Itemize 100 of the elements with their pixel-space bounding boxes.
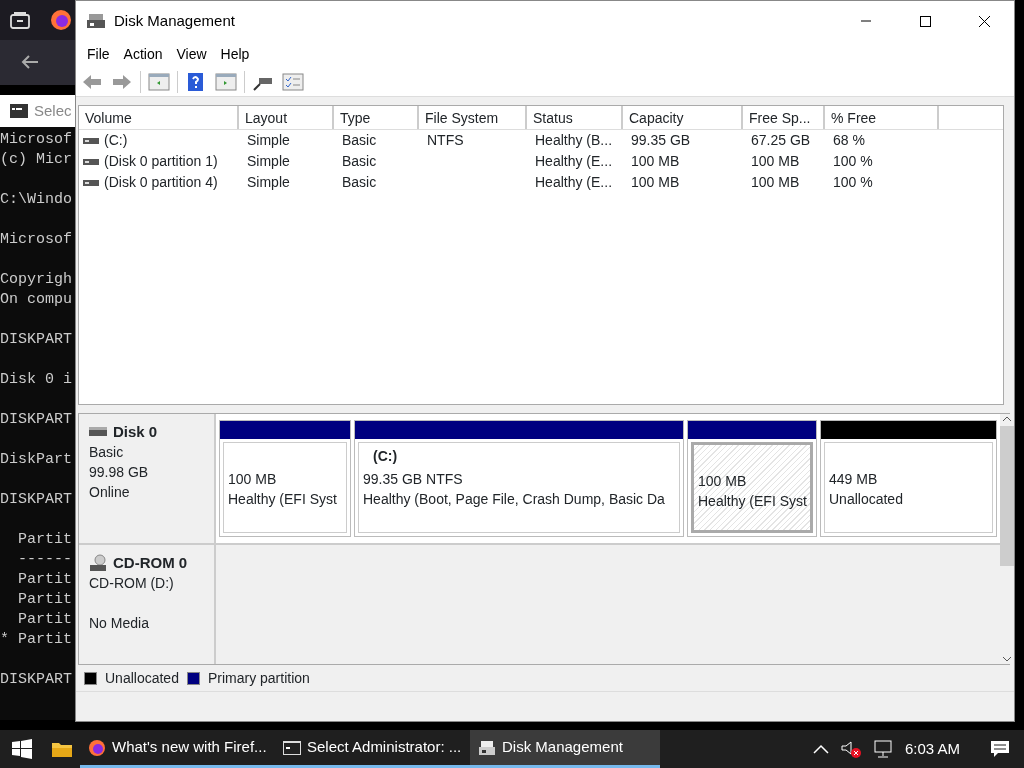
disk-drive-icon [478,738,496,757]
terminal-line: (c) Micr [0,150,73,170]
menu-item[interactable]: File [80,43,117,65]
table-cell-text: Simple [247,173,290,192]
table-cell-text: NTFS [427,131,464,150]
terminal-line: Partit [17,610,73,630]
console-icon [10,104,28,118]
terminal-line: Microsof [0,130,73,150]
chevron-up-icon[interactable] [812,744,829,754]
partition-block[interactable]: (C:) 99.35 GB NTFS Healthy (Boot, Page File, Crash Dump, Basic Da [358,442,680,533]
notification-icon[interactable] [990,740,1010,758]
terminal-line: Microsof [0,230,73,250]
column-header[interactable]: Type [334,106,419,129]
column-header[interactable]: Capacity [623,106,743,129]
terminal-line: DISKPART [0,410,73,430]
terminal-line: Copyrigh [0,270,73,290]
table-cell-text: Healthy (E... [535,173,613,192]
taskbar-button[interactable]: Disk Management [470,730,660,768]
window-title: Selec [34,100,72,121]
partition-status: Unallocated [829,490,904,509]
maximize-icon [919,14,932,28]
table-cell-text: Basic [342,173,377,192]
table-cell-text: Simple [247,152,290,171]
table-cell-text: 100 MB [631,152,680,171]
terminal-line: Partit [17,570,73,590]
tab-overview-icon[interactable] [9,10,31,30]
table-cell-text: (Disk 0 partition 1) [104,152,218,171]
clock[interactable]: 6:03 AM [904,737,960,761]
partition-status: Healthy (EFI Syst [698,492,806,511]
partition-label: (C:) [372,447,399,466]
partition-block[interactable]: 449 MB Unallocated [824,442,993,533]
drive-icon [83,157,99,166]
menu-item[interactable]: Help [213,43,257,65]
partition-size: 99.35 GB NTFS [363,470,464,489]
column-header[interactable]: Free Sp... [743,106,825,129]
table-cell-text: 67.25 GB [751,131,811,150]
table-cell-text: 99.35 GB [631,131,691,150]
terminal-line: Disk 0 i [0,370,73,390]
browser-icon [88,738,106,757]
table-cell-text: Healthy (E... [535,152,613,171]
table-cell-text: 100 MB [631,173,680,192]
table-cell-text: 100 MB [751,152,800,171]
cd-drive-icon [89,554,107,572]
legend-label: Unallocated [105,668,179,688]
terminal-line: DiskPart [0,450,73,470]
table-cell-text: Basic [342,152,377,171]
volume-muted-icon[interactable] [840,740,861,758]
checklist-icon[interactable] [282,71,304,92]
partition-status: Healthy (Boot, Page File, Crash Dump, Basic Da [363,490,666,509]
menu-item[interactable]: View [169,43,214,65]
back-icon[interactable] [20,54,40,70]
start-icon[interactable] [12,739,32,759]
column-header[interactable]: Status [527,106,623,129]
partition-block[interactable]: 100 MB Healthy (EFI Syst [691,442,813,533]
column-header[interactable]: % Free [825,106,939,129]
table-cell-text: Basic [342,131,377,150]
column-header[interactable]: Volume [79,106,239,129]
scroll-up-icon[interactable] [1002,416,1012,422]
table-cell-text: (C:) [104,131,128,150]
folder-icon[interactable] [52,740,72,758]
disk-type: CD-ROM (D:) [89,574,175,593]
partition-size: 100 MB [698,472,748,491]
partition-status: Healthy (EFI Syst [228,490,338,509]
disk-status: Online [89,483,131,502]
disk-name: Disk 0 [113,422,158,442]
disk-status: No Media [89,614,150,633]
menu-item[interactable]: Action [116,43,170,65]
terminal-line: DISKPART [0,490,73,510]
terminal-line: Partit [17,530,73,550]
drive-icon [83,178,99,187]
terminal-line: C:\Windo [0,190,73,210]
terminal-line: * Partit [0,630,73,650]
disk-size: 99.98 GB [89,463,150,482]
terminal-line: DISKPART [0,670,73,690]
window-title: Disk Management [114,10,235,31]
legend-label: Primary partition [207,668,310,688]
table-cell-text: Healthy (B... [535,131,613,150]
terminal-line: ------ [17,550,73,570]
table-cell-text: 100 % [833,152,873,171]
table-cell-text: 100 MB [751,173,800,192]
table-cell-text: 100 % [833,173,873,192]
column-header[interactable]: File System [419,106,527,129]
table-cell-text: Simple [247,131,290,150]
terminal-line: On compu [0,290,73,310]
close-icon [978,14,991,28]
terminal-line: Partit [17,590,73,610]
partition-block[interactable]: 100 MB Healthy (EFI Syst [223,442,347,533]
taskbar-button[interactable]: What's new with Firef... [80,730,275,768]
column-header[interactable]: Layout [239,106,334,129]
scroll-down-icon[interactable] [1002,656,1012,662]
console-icon [283,738,301,757]
partition-size: 100 MB [228,470,278,489]
partition-size: 449 MB [829,470,879,489]
drive-icon [83,136,99,145]
browser-icon[interactable] [50,9,72,31]
network-icon[interactable] [872,740,893,758]
disk-drive-icon [86,12,106,30]
disk-name: CD-ROM 0 [113,553,188,573]
table-cell-text: (Disk 0 partition 4) [104,173,218,192]
disk-type: Basic [89,443,125,462]
